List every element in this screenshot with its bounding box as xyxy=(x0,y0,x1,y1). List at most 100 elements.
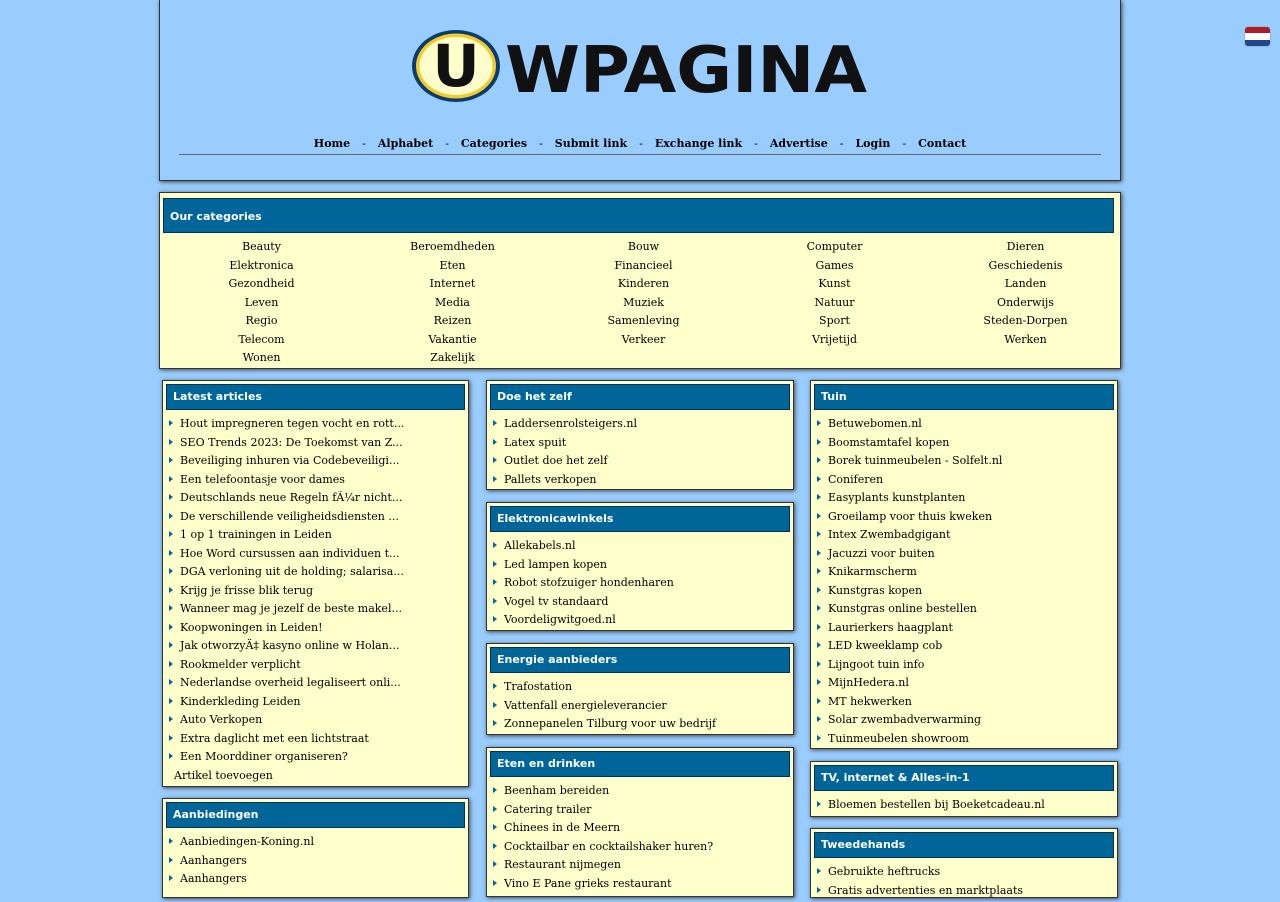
list-item-link[interactable]: Boomstamtafel kopen xyxy=(828,436,949,449)
list-item-link[interactable]: Zonnepanelen Tilburg voor uw bedrijf xyxy=(504,717,716,730)
list-item[interactable]: Groeilamp voor thuis kweken xyxy=(811,510,1117,529)
list-item[interactable]: Intex Zwembadgigant xyxy=(811,528,1117,547)
category-link-media[interactable]: Media xyxy=(357,296,548,315)
list-item-link[interactable]: Vattenfall energieleverancier xyxy=(504,699,667,712)
list-item[interactable]: Kunstgras online bestellen xyxy=(811,602,1117,621)
list-item[interactable]: Vogel tv standaard xyxy=(487,595,793,614)
list-item[interactable]: Laurierkers haagplant xyxy=(811,621,1117,640)
list-item[interactable]: Tuinmeubelen showroom xyxy=(811,732,1117,751)
category-link-wonen[interactable]: Wonen xyxy=(166,351,357,370)
category-link-computer[interactable]: Computer xyxy=(739,240,930,259)
list-item-link[interactable]: Beveiliging inhuren via Codebeveiligi... xyxy=(180,454,399,467)
nav-link-contact[interactable]: Contact xyxy=(918,137,966,150)
category-link-muziek[interactable]: Muziek xyxy=(548,296,739,315)
list-item-link[interactable]: Borek tuinmeubelen - Solfelt.nl xyxy=(828,454,1002,467)
list-item[interactable]: SEO Trends 2023: De Toekomst van Z... xyxy=(163,436,468,455)
list-item-link[interactable]: Chinees in de Meern xyxy=(504,821,620,834)
nav-link-advertise[interactable]: Advertise xyxy=(770,137,828,150)
list-item[interactable]: Aanbiedingen-Koning.nl xyxy=(163,835,468,854)
category-link-vrijetijd[interactable]: Vrijetijd xyxy=(739,333,930,352)
list-item-link[interactable]: Solar zwembadverwarming xyxy=(828,713,981,726)
list-item-link[interactable]: MijnHedera.nl xyxy=(828,676,909,689)
nav-link-categories[interactable]: Categories xyxy=(461,137,527,150)
category-link-geschiedenis[interactable]: Geschiedenis xyxy=(930,259,1121,278)
category-link-dieren[interactable]: Dieren xyxy=(930,240,1121,259)
list-item[interactable]: Knikarmscherm xyxy=(811,565,1117,584)
list-item-link[interactable]: Aanbiedingen-Koning.nl xyxy=(180,835,314,848)
list-item[interactable]: Easyplants kunstplanten xyxy=(811,491,1117,510)
list-item[interactable]: Nederlandse overheid legaliseert onli... xyxy=(163,676,468,695)
list-item-link[interactable]: Tuinmeubelen showroom xyxy=(828,732,969,745)
nav-link-login[interactable]: Login xyxy=(855,137,890,150)
list-item-link[interactable]: LED kweeklamp cob xyxy=(828,639,942,652)
category-link-reizen[interactable]: Reizen xyxy=(357,314,548,333)
category-link-natuur[interactable]: Natuur xyxy=(739,296,930,315)
list-item-link[interactable]: Deutschlands neue Regeln fÃ¼r nicht... xyxy=(180,491,402,504)
category-link-elektronica[interactable]: Elektronica xyxy=(166,259,357,278)
list-item[interactable]: Chinees in de Meern xyxy=(487,821,793,840)
list-item[interactable]: Latex spuit xyxy=(487,436,793,455)
list-item[interactable]: Outlet doe het zelf xyxy=(487,454,793,473)
list-item[interactable]: Vattenfall energieleverancier xyxy=(487,699,793,718)
list-item[interactable]: Beveiliging inhuren via Codebeveiligi... xyxy=(163,454,468,473)
list-item-link[interactable]: Robot stofzuiger hondenharen xyxy=(504,576,674,589)
list-item-link[interactable]: Beenham bereiden xyxy=(504,784,609,797)
list-item-link[interactable]: Betuwebomen.nl xyxy=(828,417,922,430)
list-item-link[interactable]: Kunstgras online bestellen xyxy=(828,602,977,615)
category-link-regio[interactable]: Regio xyxy=(166,314,357,333)
list-item-link[interactable]: Lijngoot tuin info xyxy=(828,658,924,671)
category-link-samenleving[interactable]: Samenleving xyxy=(548,314,739,333)
list-item[interactable]: Jacuzzi voor buiten xyxy=(811,547,1117,566)
list-item[interactable]: Gebruikte heftrucks xyxy=(811,865,1117,884)
list-item-link[interactable]: DGA verloning uit de holding; salarisa..… xyxy=(180,565,404,578)
list-item-link[interactable]: Coniferen xyxy=(828,473,883,486)
list-item-link[interactable]: Koopwoningen in Leiden! xyxy=(180,621,323,634)
nav-link-alphabet[interactable]: Alphabet xyxy=(378,137,433,150)
list-item-link[interactable]: Restaurant nijmegen xyxy=(504,858,621,871)
list-item-link[interactable]: Knikarmscherm xyxy=(828,565,917,578)
list-item-link[interactable]: Kinderkleding Leiden xyxy=(180,695,300,708)
list-item[interactable]: Kunstgras kopen xyxy=(811,584,1117,603)
list-item-link[interactable]: Laddersenrolsteigers.nl xyxy=(504,417,637,430)
list-item-link[interactable]: Jacuzzi voor buiten xyxy=(828,547,935,560)
list-item-link[interactable]: Auto Verkopen xyxy=(180,713,262,726)
nav-link-home[interactable]: Home xyxy=(314,137,350,150)
list-item-link[interactable]: Hout impregneren tegen vocht en rott... xyxy=(180,417,404,430)
category-link-eten[interactable]: Eten xyxy=(357,259,548,278)
list-item-link[interactable]: Krijg je frisse blik terug xyxy=(180,584,313,597)
list-item-link[interactable]: Catering trailer xyxy=(504,803,591,816)
list-item-link[interactable]: Gratis advertenties en marktplaats xyxy=(828,884,1023,897)
list-item-link[interactable]: Rookmelder verplicht xyxy=(180,658,301,671)
category-link-gezondheid[interactable]: Gezondheid xyxy=(166,277,357,296)
list-item[interactable]: Solar zwembadverwarming xyxy=(811,713,1117,732)
category-link-games[interactable]: Games xyxy=(739,259,930,278)
list-item[interactable]: Led lampen kopen xyxy=(487,558,793,577)
category-link-kinderen[interactable]: Kinderen xyxy=(548,277,739,296)
list-item-link[interactable]: Groeilamp voor thuis kweken xyxy=(828,510,992,523)
list-item-link[interactable]: Trafostation xyxy=(504,680,572,693)
category-link-bouw[interactable]: Bouw xyxy=(548,240,739,259)
list-item[interactable]: MT hekwerken xyxy=(811,695,1117,714)
list-item[interactable]: Bloemen bestellen bij Boeketcadeau.nl xyxy=(811,798,1117,817)
category-link-verkeer[interactable]: Verkeer xyxy=(548,333,739,352)
list-item[interactable]: Extra daglicht met een lichtstraat xyxy=(163,732,468,751)
list-item[interactable]: MijnHedera.nl xyxy=(811,676,1117,695)
list-item[interactable]: Allekabels.nl xyxy=(487,539,793,558)
list-item-link[interactable]: MT hekwerken xyxy=(828,695,912,708)
list-item-link[interactable]: SEO Trends 2023: De Toekomst van Z... xyxy=(180,436,403,449)
list-item-link[interactable]: Bloemen bestellen bij Boeketcadeau.nl xyxy=(828,798,1045,811)
list-item-link[interactable]: Latex spuit xyxy=(504,436,566,449)
list-item[interactable]: Zonnepanelen Tilburg voor uw bedrijf xyxy=(487,717,793,736)
list-item[interactable]: Cocktailbar en cocktailshaker huren? xyxy=(487,840,793,859)
list-item[interactable]: Coniferen xyxy=(811,473,1117,492)
list-item-link[interactable]: Intex Zwembadgigant xyxy=(828,528,950,541)
category-link-internet[interactable]: Internet xyxy=(357,277,548,296)
list-item[interactable]: Auto Verkopen xyxy=(163,713,468,732)
list-item[interactable]: Hoe Word cursussen aan individuen t... xyxy=(163,547,468,566)
list-item[interactable]: Lijngoot tuin info xyxy=(811,658,1117,677)
category-link-financieel[interactable]: Financieel xyxy=(548,259,739,278)
list-item[interactable]: Beenham bereiden xyxy=(487,784,793,803)
list-item-link[interactable]: Outlet doe het zelf xyxy=(504,454,608,467)
list-item[interactable]: LED kweeklamp cob xyxy=(811,639,1117,658)
list-item[interactable]: 1 op 1 trainingen in Leiden xyxy=(163,528,468,547)
